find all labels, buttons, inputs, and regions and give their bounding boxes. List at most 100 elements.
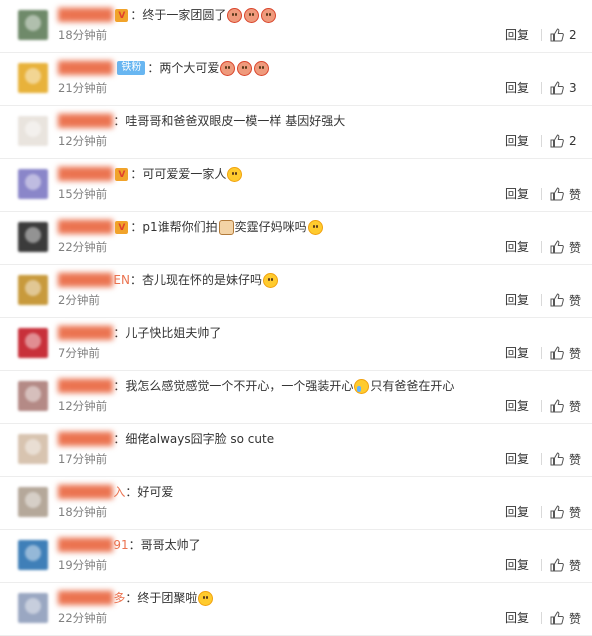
emoji-group [353,376,370,396]
like-count: 赞 [569,240,582,255]
comment-text: ：好可爱 [125,485,174,499]
avatar[interactable] [18,116,48,146]
like-button[interactable]: 赞 [550,291,581,309]
comment-time: 21分钟前 [58,81,108,95]
blush-emoji-icon [227,8,243,23]
avatar[interactable] [18,222,48,252]
avatar[interactable] [18,540,48,570]
thumbs-up-icon [550,293,564,307]
reply-button[interactable]: 回复 [505,610,529,626]
comment-text: ：我怎么感觉感觉一个不开心，一个强装开心 [113,379,354,393]
comment-time: 15分钟前 [58,187,108,201]
comment-item: ██████ ：哇哥哥和爸爸双眼皮一模一样 基因好强大 12分钟前 回复 2 [0,106,592,159]
avatar[interactable] [18,328,48,358]
thumbs-up-icon [550,187,564,201]
username-redacted[interactable]: ██████ [58,588,113,608]
comment-item: ██████ 91 ：哥哥太帅了 19分钟前 回复 赞 [0,530,592,583]
username-redacted[interactable]: ██████ [58,58,113,78]
divider [541,241,542,253]
thumbs-up-icon [550,28,564,42]
username-redacted[interactable]: ██████ [58,5,113,25]
like-button[interactable]: 赞 [550,450,581,468]
username-redacted[interactable]: ██████ [58,270,113,290]
comment-time: 22分钟前 [58,611,108,625]
username-tail[interactable]: 入 [113,482,125,502]
avatar[interactable] [18,487,48,517]
like-button[interactable]: 2 [550,132,577,150]
divider [541,82,542,94]
thumbs-up-icon [550,240,564,254]
thumbs-up-icon [550,452,564,466]
crown-icon [115,165,129,185]
comment-list: ██████ ：终于一家团圆了 18分钟前 回复 2 ██████ 铁粉 ：两个… [0,0,592,636]
avatar[interactable] [18,275,48,305]
divider [541,188,542,200]
username-tail[interactable]: 多 [113,588,125,608]
username-redacted[interactable]: ██████ [58,164,113,184]
like-count: 3 [569,81,577,95]
username-redacted[interactable]: ██████ [58,323,113,343]
like-button[interactable]: 赞 [550,397,581,415]
comment-time: 12分钟前 [58,134,108,148]
avatar[interactable] [18,10,48,40]
reply-button[interactable]: 回复 [505,80,529,96]
username-redacted[interactable]: ██████ [58,535,113,555]
like-count: 2 [569,134,577,148]
comment-time: 17分钟前 [58,452,108,466]
username-redacted[interactable]: ██████ [58,482,113,502]
username-redacted[interactable]: ██████ [58,217,113,237]
like-button[interactable]: 赞 [550,238,581,256]
comment-time: 18分钟前 [58,505,108,519]
comment-text-after: 奕霆仔妈咪吗 [234,220,307,234]
divider [541,612,542,624]
reply-button[interactable]: 回复 [505,27,529,43]
thumbs-up-icon [550,346,564,360]
username-tail[interactable]: EN [113,270,130,290]
like-button[interactable]: 赞 [550,609,581,627]
reply-button[interactable]: 回复 [505,292,529,308]
comment-item: ██████ ：终于一家团圆了 18分钟前 回复 2 [0,0,592,53]
comment-text: ：可可爱爱一家人 [130,167,227,181]
cat-emoji-icon [218,220,234,235]
username-redacted[interactable]: ██████ [58,111,113,131]
like-count: 赞 [569,452,582,467]
fan-badge: 铁粉 [117,61,146,75]
comment-line: ██████ 多 ：终于团聚啦 [58,588,214,608]
like-button[interactable]: 赞 [550,344,581,362]
divider [541,135,542,147]
reply-button[interactable]: 回复 [505,557,529,573]
reply-button[interactable]: 回复 [505,186,529,202]
comment-item: ██████ 铁粉 ：两个大可爱 21分钟前 回复 3 [0,53,592,106]
username-redacted[interactable]: ██████ [58,429,113,449]
like-button[interactable]: 赞 [550,185,581,203]
comment-item: ██████ ：细佬always囧字脸 so cute 17分钟前 回复 赞 [0,424,592,477]
username-tail[interactable]: 91 [113,535,128,555]
avatar[interactable] [18,593,48,623]
reply-button[interactable]: 回复 [505,398,529,414]
avatar[interactable] [18,434,48,464]
thumbs-up-icon [550,81,564,95]
like-button[interactable]: 赞 [550,503,581,521]
like-count: 赞 [569,558,582,573]
divider [541,29,542,41]
reply-button[interactable]: 回复 [505,133,529,149]
like-button[interactable]: 3 [550,79,577,97]
like-count: 赞 [569,505,582,520]
username-redacted[interactable]: ██████ [58,376,113,396]
avatar[interactable] [18,63,48,93]
reply-button[interactable]: 回复 [505,504,529,520]
like-button[interactable]: 2 [550,26,577,44]
avatar[interactable] [18,381,48,411]
emoji-group [262,270,279,290]
reply-button[interactable]: 回复 [505,345,529,361]
comment-item: ██████ EN ：杏儿现在怀的是妹仔吗 2分钟前 回复 赞 [0,265,592,318]
like-count: 2 [569,28,577,42]
reply-button[interactable]: 回复 [505,451,529,467]
avatar[interactable] [18,169,48,199]
blush-emoji-icon [261,8,277,23]
divider [541,294,542,306]
reply-button[interactable]: 回复 [505,239,529,255]
laugh-cry-emoji-icon [354,379,370,394]
emoji-group [226,164,243,184]
like-button[interactable]: 赞 [550,556,581,574]
